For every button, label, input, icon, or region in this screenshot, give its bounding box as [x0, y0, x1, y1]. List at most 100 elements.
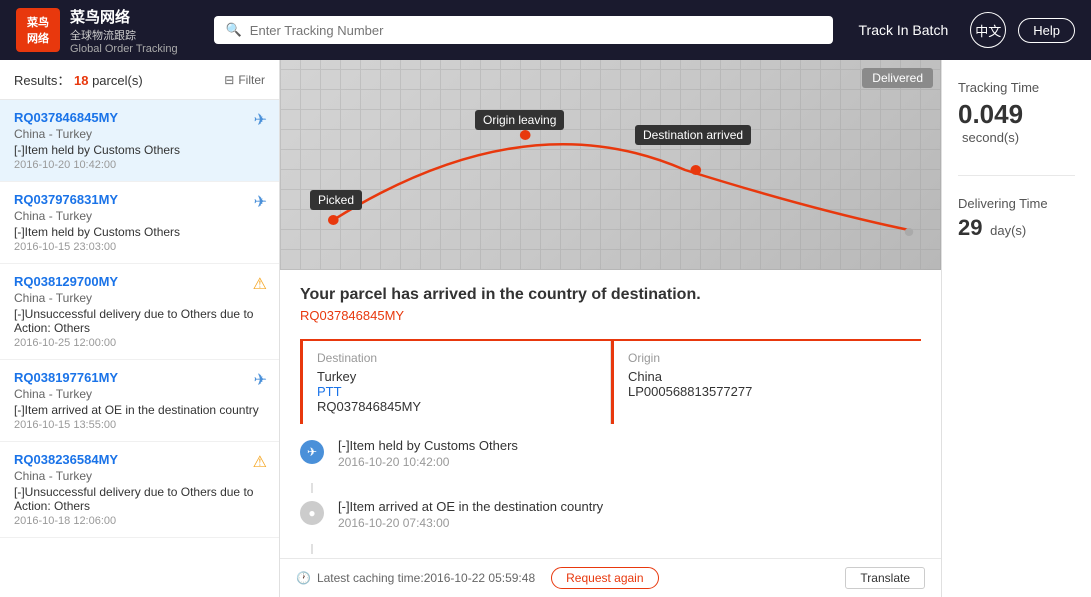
origin-tracking: LP000568813577277 — [628, 384, 907, 399]
logo-full: 全球物流跟踪 — [70, 27, 178, 43]
warning-icon: ⚠ — [253, 454, 267, 471]
stat-divider — [958, 175, 1075, 176]
search-area: 🔍 — [214, 16, 833, 44]
destination-label: Destination — [317, 351, 596, 365]
event-text: [-]Item arrived at OE in the destination… — [338, 499, 921, 530]
parcel-item[interactable]: ⚠ RQ038129700MY China - Turkey [-]Unsucc… — [0, 264, 279, 360]
event-title: [-]Item arrived at OE in the destination… — [338, 499, 921, 514]
help-button[interactable]: Help — [1018, 18, 1075, 43]
logo-subtitle: Global Order Tracking — [70, 43, 178, 55]
parcel-icon: ⚠ — [253, 274, 267, 294]
header-right: Track In Batch 中文 Help — [849, 12, 1076, 48]
search-icon: 🔍 — [226, 22, 242, 38]
parcel-icon: ✈ — [254, 370, 267, 390]
parcel-status: [-]Item held by Customs Others — [14, 225, 265, 239]
tracking-time-value: 0.049 — [958, 99, 1023, 129]
tracking-time-block: Tracking Time 0.049 second(s) — [958, 80, 1075, 145]
origin-country: China — [628, 369, 907, 384]
track-batch-button[interactable]: Track In Batch — [849, 16, 959, 44]
event-time: 2016-10-20 07:43:00 — [338, 516, 921, 530]
delivering-time-value: 29 — [958, 215, 982, 240]
parcel-route: China - Turkey — [14, 387, 265, 401]
header: 菜鸟网络 菜鸟网络 全球物流跟踪 Global Order Tracking 🔍… — [0, 0, 1091, 60]
parcel-status: [-]Unsuccessful delivery due to Others d… — [14, 307, 265, 335]
parcel-item[interactable]: ✈ RQ038197761MY China - Turkey [-]Item a… — [0, 360, 279, 442]
parcel-status: [-]Item arrived at OE in the destination… — [14, 403, 265, 417]
route-svg — [280, 60, 941, 270]
plane-icon: ✈ — [254, 372, 267, 389]
logo-icon: 菜鸟网络 — [16, 8, 60, 52]
arrived-parcel-id: RQ037846845MY — [300, 308, 921, 323]
origin-label: Origin — [628, 351, 907, 365]
event-item: ● [-]Item arrived at OE in the destinati… — [300, 499, 921, 530]
parcel-status: [-]Item held by Customs Others — [14, 143, 265, 157]
delivering-time-block: Delivering Time 29 day(s) — [958, 196, 1075, 241]
parcel-time: 2016-10-15 13:55:00 — [14, 419, 265, 431]
translate-button[interactable]: Translate — [845, 567, 925, 589]
parcel-id: RQ037976831MY — [14, 192, 265, 207]
parcel-route: China - Turkey — [14, 291, 265, 305]
destination-carrier-link[interactable]: PTT — [317, 384, 596, 399]
event-separator — [311, 483, 313, 493]
delivering-time-label: Delivering Time — [958, 196, 1075, 211]
delivering-time-value-wrap: 29 day(s) — [958, 215, 1075, 241]
parcel-status: [-]Unsuccessful delivery due to Others d… — [14, 485, 265, 513]
waypoint-picked: Picked — [310, 190, 362, 210]
info-section: Destination Turkey PTT RQ037846845MY Ori… — [300, 339, 921, 424]
search-input[interactable] — [250, 23, 821, 38]
filter-button[interactable]: ⊟ Filter — [224, 73, 265, 87]
results-label: Results： 18 parcel(s) — [14, 70, 143, 89]
event-separator — [311, 544, 313, 554]
event-text: [-]Item held by Customs Others 2016-10-2… — [338, 438, 921, 469]
parcel-time: 2016-10-18 12:06:00 — [14, 515, 265, 527]
parcel-time: 2016-10-15 23:03:00 — [14, 241, 265, 253]
parcel-id: RQ038129700MY — [14, 274, 265, 289]
destination-tracking: RQ037846845MY — [317, 399, 596, 414]
tracking-events: ✈ [-]Item held by Customs Others 2016-10… — [300, 438, 921, 558]
sidebar-list: ✈ RQ037846845MY China - Turkey [-]Item h… — [0, 100, 279, 597]
parcel-route: China - Turkey — [14, 469, 265, 483]
waypoint-destination: Destination arrived — [635, 125, 751, 145]
cache-time: 2016-10-22 05:59:48 — [424, 571, 535, 585]
right-panel: Tracking Time 0.049 second(s) Delivering… — [941, 60, 1091, 597]
main: Results： 18 parcel(s) ⊟ Filter ✈ RQ03784… — [0, 60, 1091, 597]
cache-prefix: Latest caching time: — [317, 571, 424, 585]
content-footer: 🕐 Latest caching time: 2016-10-22 05:59:… — [280, 558, 941, 597]
map-area: Delivered Picked Origin leaving Destinat… — [280, 60, 941, 270]
parcel-id: RQ038236584MY — [14, 452, 265, 467]
clock-icon: 🕐 — [296, 571, 311, 585]
detail-area: Your parcel has arrived in the country o… — [280, 270, 941, 558]
parcel-icon: ✈ — [254, 192, 267, 212]
event-title: [-]Item held by Customs Others — [338, 438, 921, 453]
tracking-time-unit: second(s) — [962, 130, 1019, 145]
arrived-message: Your parcel has arrived in the country o… — [300, 286, 921, 304]
logo-text: 菜鸟网络 全球物流跟踪 Global Order Tracking — [70, 6, 178, 55]
destination-info: Destination Turkey PTT RQ037846845MY — [300, 341, 611, 424]
plane-icon: ✈ — [254, 194, 267, 211]
tracking-time-label: Tracking Time — [958, 80, 1075, 95]
parcel-item[interactable]: ⚠ RQ038236584MY China - Turkey [-]Unsucc… — [0, 442, 279, 538]
parcel-time: 2016-10-25 12:00:00 — [14, 337, 265, 349]
parcel-route: China - Turkey — [14, 209, 265, 223]
delivering-time-unit: day(s) — [990, 223, 1026, 238]
destination-country: Turkey — [317, 369, 596, 384]
filter-icon: ⊟ — [224, 73, 234, 87]
content: Delivered Picked Origin leaving Destinat… — [280, 60, 941, 597]
search-box: 🔍 — [214, 16, 833, 44]
event-icon: ✈ — [300, 440, 324, 464]
delivered-badge: Delivered — [862, 68, 933, 88]
event-time: 2016-10-20 10:42:00 — [338, 455, 921, 469]
filter-label: Filter — [238, 73, 265, 87]
parcel-item[interactable]: ✈ RQ037976831MY China - Turkey [-]Item h… — [0, 182, 279, 264]
event-icon: ● — [300, 501, 324, 525]
parcel-item[interactable]: ✈ RQ037846845MY China - Turkey [-]Item h… — [0, 100, 279, 182]
request-again-button[interactable]: Request again — [551, 567, 658, 589]
parcel-icon: ✈ — [254, 110, 267, 130]
map-background: Delivered Picked Origin leaving Destinat… — [280, 60, 941, 270]
origin-info: Origin China LP000568813577277 — [611, 341, 921, 424]
sidebar: Results： 18 parcel(s) ⊟ Filter ✈ RQ03784… — [0, 60, 280, 597]
sidebar-header: Results： 18 parcel(s) ⊟ Filter — [0, 60, 279, 100]
results-count: 18 — [74, 73, 88, 88]
language-button[interactable]: 中文 — [970, 12, 1006, 48]
tracking-time-value-wrap: 0.049 second(s) — [958, 99, 1075, 145]
